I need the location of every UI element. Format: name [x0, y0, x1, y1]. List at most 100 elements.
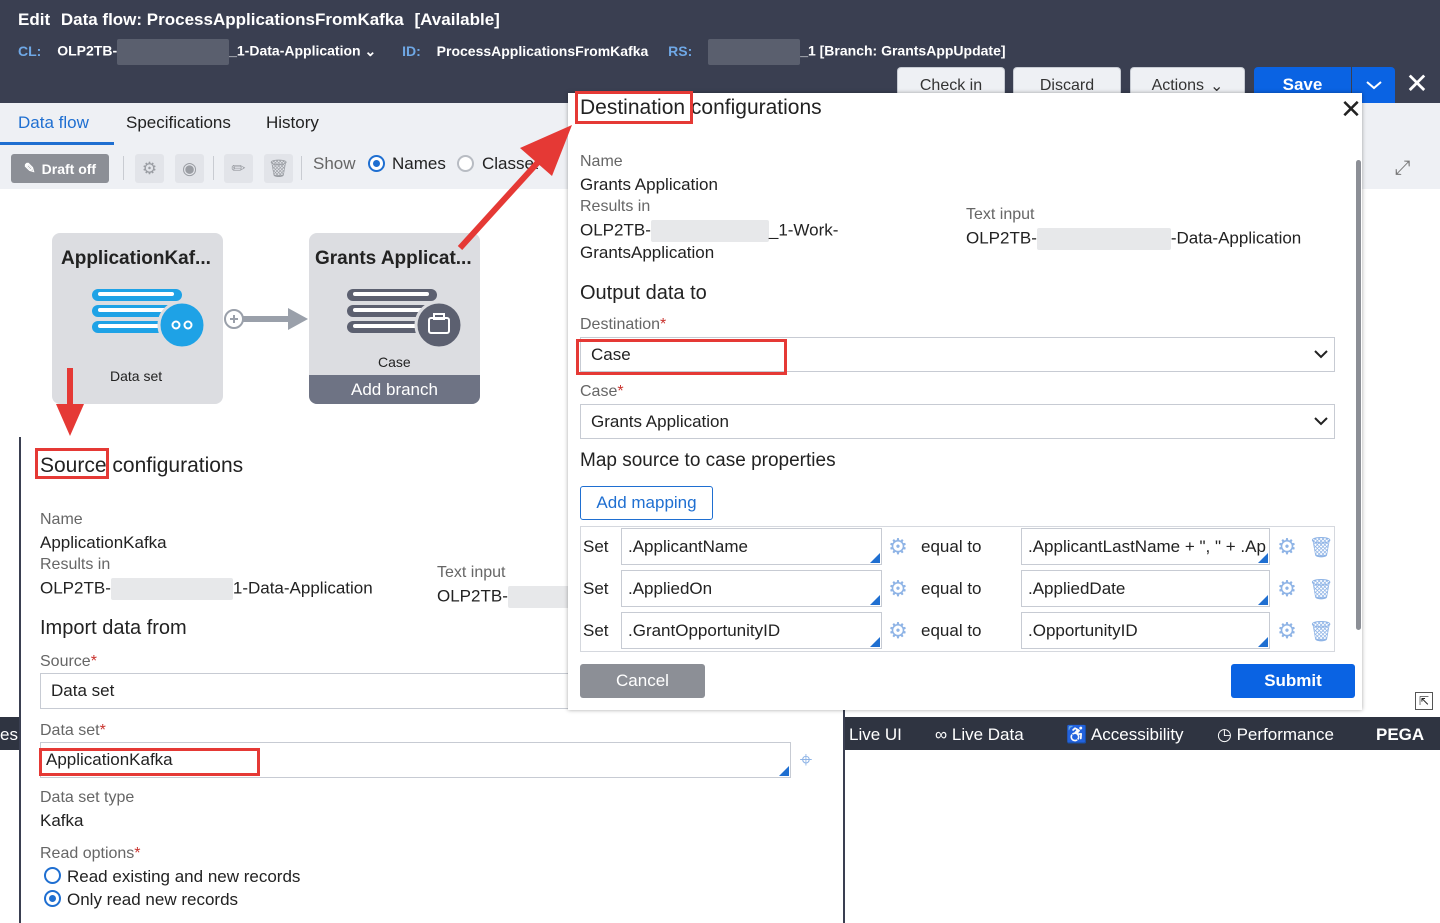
- live-ui-button[interactable]: Live UI: [849, 725, 902, 745]
- names-radio[interactable]: [368, 155, 385, 172]
- dest-text-input-prefix: OLP2TB-: [966, 228, 1037, 248]
- equal-to-label: equal to: [921, 579, 982, 598]
- target-property-input[interactable]: .GrantOpportunityID: [621, 612, 882, 649]
- redacted-block: [117, 39, 230, 65]
- read-existing-radio[interactable]: [44, 867, 61, 884]
- add-branch-button[interactable]: Add branch: [309, 375, 480, 404]
- performance-label: Performance: [1236, 725, 1334, 744]
- gear-icon[interactable]: ⚙: [886, 618, 910, 643]
- required-marker: *: [617, 383, 624, 400]
- resize-icon[interactable]: ⇱: [1415, 692, 1433, 710]
- gear-icon[interactable]: ⚙: [1275, 618, 1299, 643]
- edit-label: Edit: [18, 10, 51, 29]
- page-title: Edit Data flow: ProcessApplicationsFromK…: [18, 10, 506, 30]
- target-property-input[interactable]: .AppliedOn: [621, 570, 882, 607]
- redacted-block: [708, 39, 801, 65]
- read-options-text: Read options: [40, 845, 135, 862]
- accessibility-button[interactable]: ♿ Accessibility: [1066, 725, 1184, 745]
- meta-row: CL: OLP2TB- _1-Data-Application ⌄ ID: Pro…: [18, 39, 1006, 65]
- connector-arrow: [224, 308, 308, 330]
- highlight-box: [39, 748, 260, 776]
- case-icon: [347, 289, 464, 350]
- live-data-button[interactable]: ∞ Live Data: [935, 725, 1024, 745]
- gear-icon[interactable]: ⚙: [886, 534, 910, 559]
- dest-results-suffix: _1-Work-: [768, 220, 839, 240]
- tab-specifications[interactable]: Specifications: [126, 113, 231, 133]
- glasses-icon: ∞: [935, 725, 948, 744]
- required-marker: *: [90, 653, 97, 670]
- cancel-button[interactable]: Cancel: [580, 664, 705, 698]
- gear-icon[interactable]: ⚙: [135, 154, 164, 183]
- trash-icon[interactable]: 🗑: [264, 154, 293, 183]
- devbar-cut-item[interactable]: es: [0, 725, 18, 745]
- rs-label: RS:: [668, 42, 693, 59]
- source-results-label: Results in: [40, 556, 111, 573]
- divider: [301, 156, 302, 180]
- gear-icon[interactable]: ⚙: [1275, 534, 1299, 559]
- tab-history[interactable]: History: [266, 113, 319, 133]
- add-mapping-button[interactable]: Add mapping: [580, 486, 713, 520]
- destination-field-label: Destination*: [580, 316, 666, 334]
- crosshair-icon[interactable]: ⌖: [794, 747, 818, 772]
- cl-prefix: OLP2TB-: [57, 42, 118, 59]
- gauge-icon: ◷: [1217, 725, 1232, 744]
- trash-icon[interactable]: 🗑: [1308, 535, 1333, 559]
- tab-data-flow[interactable]: Data flow: [18, 113, 89, 133]
- gear-icon[interactable]: ⚙: [886, 576, 910, 601]
- source-results-value: OLP2TB- 1-Data-Application: [40, 578, 373, 600]
- destination-text-input-value: OLP2TB- -Data-Application: [966, 228, 1301, 250]
- trash-icon[interactable]: 🗑: [1308, 577, 1333, 601]
- dataset-type-label: Data set type: [40, 789, 135, 806]
- eraser-icon[interactable]: ✏: [224, 154, 253, 183]
- id-value: ProcessApplicationsFromKafka: [436, 42, 649, 59]
- close-icon[interactable]: ✕: [1338, 96, 1364, 122]
- chevron-down-icon: [1314, 350, 1328, 359]
- modal-scrollbar[interactable]: [1356, 160, 1361, 630]
- autocomplete-corner: [870, 595, 880, 605]
- accessibility-icon: ♿: [1066, 725, 1088, 744]
- close-icon[interactable]: ✕: [1404, 70, 1430, 98]
- id-label: ID:: [402, 42, 421, 59]
- source-heading-rest: configurations: [112, 454, 244, 477]
- show-label: Show: [313, 154, 356, 173]
- source-text-input-value: OLP2TB-: [437, 586, 572, 608]
- source-text-input-label: Text input: [437, 564, 506, 581]
- actions-label: Actions: [1151, 76, 1205, 94]
- submit-button[interactable]: Submit: [1231, 664, 1355, 698]
- source-label-text: Source: [40, 653, 91, 670]
- performance-button[interactable]: ◷ Performance: [1217, 725, 1334, 745]
- draft-label: Draft off: [41, 160, 97, 177]
- classes-radio[interactable]: [457, 155, 474, 172]
- chevron-down-icon: [1314, 417, 1328, 426]
- required-marker: *: [660, 316, 667, 333]
- map-heading: Map source to case properties: [580, 450, 836, 471]
- case-label-text: Case: [580, 383, 618, 400]
- title-text: Data flow: ProcessApplicationsFromKafka: [60, 10, 404, 29]
- destination-node-type: Case: [378, 354, 411, 370]
- case-field-label: Case*: [580, 383, 624, 401]
- rs-suffix: _1 [Branch: GrantsAppUpdate]: [800, 42, 1006, 59]
- source-expression-input[interactable]: .OpportunityID: [1021, 612, 1270, 649]
- case-select[interactable]: Grants Application: [580, 404, 1335, 439]
- eye-icon[interactable]: ◉: [175, 154, 204, 183]
- source-name-value: ApplicationKafka: [40, 533, 167, 552]
- chevron-down-icon[interactable]: ⌄: [364, 43, 376, 59]
- expand-icon[interactable]: ⤢: [1388, 154, 1417, 183]
- source-expression-input[interactable]: .AppliedDate: [1021, 570, 1270, 607]
- accessibility-label: Accessibility: [1090, 725, 1184, 744]
- read-new-radio[interactable]: [44, 890, 61, 907]
- set-label: Set: [583, 579, 609, 598]
- source-text-input-prefix: OLP2TB-: [437, 586, 508, 606]
- cl-suffix[interactable]: _1-Data-Application: [229, 43, 360, 59]
- trash-icon[interactable]: 🗑: [1308, 619, 1333, 643]
- target-property-input[interactable]: .ApplicantName: [621, 528, 882, 565]
- read-new-label: Only read new records: [67, 890, 239, 909]
- destination-name-label: Name: [580, 153, 623, 170]
- draft-toggle-button[interactable]: ✎ Draft off: [11, 154, 109, 183]
- classes-label: Classes: [482, 154, 538, 173]
- autocomplete-corner: [1258, 595, 1268, 605]
- equal-to-label: equal to: [921, 621, 982, 640]
- gear-icon[interactable]: ⚙: [1275, 576, 1299, 601]
- status-badge: [Available]: [414, 10, 500, 29]
- source-expression-input[interactable]: .ApplicantLastName + ", " + .Ap: [1021, 528, 1270, 565]
